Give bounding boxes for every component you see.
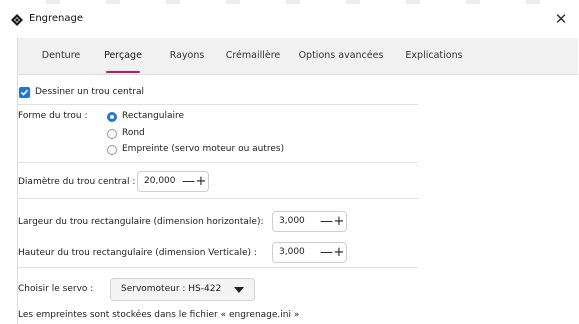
radio-rond[interactable] xyxy=(107,129,117,139)
height-input[interactable]: 3,000 xyxy=(279,243,305,262)
width-input[interactable]: 3,000 xyxy=(279,212,305,231)
diameter-input[interactable]: 20,000 xyxy=(144,172,176,191)
tab-options-avancees[interactable]: Options avancées xyxy=(294,38,388,73)
window-title: Engrenage xyxy=(29,13,84,24)
draw-hole-label: Dessiner un trou central xyxy=(35,87,144,97)
minus-icon[interactable]: — xyxy=(182,172,195,191)
radio-rond-label[interactable]: Rond xyxy=(122,128,145,138)
draw-hole-checkbox[interactable] xyxy=(19,87,30,98)
radio-empreinte[interactable] xyxy=(107,145,117,155)
width-spinbox: 3,000 — + xyxy=(272,211,347,232)
checkmark-icon xyxy=(20,89,29,96)
plus-icon[interactable]: + xyxy=(333,243,345,262)
diameter-spinbox: 20,000 — + xyxy=(137,171,209,192)
percage-tab-content: Dessiner un trou central Forme du trou :… xyxy=(18,75,578,324)
width-label: Largeur du trou rectangulaire (dimension… xyxy=(18,217,264,227)
title-bar: Engrenage ✕ xyxy=(0,6,579,32)
tab-percage[interactable]: Perçage xyxy=(96,38,150,73)
diameter-label: Diamètre du trou central : xyxy=(18,177,136,187)
tab-explications[interactable]: Explications xyxy=(396,38,472,73)
close-icon[interactable]: ✕ xyxy=(551,9,571,29)
divider xyxy=(18,267,418,268)
servo-label: Choisir le servo : xyxy=(18,284,94,294)
plus-icon[interactable]: + xyxy=(333,212,345,231)
chevron-down-icon xyxy=(234,287,244,293)
tab-denture[interactable]: Denture xyxy=(32,38,90,73)
background-strip xyxy=(0,0,579,4)
plus-icon[interactable]: + xyxy=(195,172,207,191)
gear-app-icon xyxy=(11,14,23,26)
divider xyxy=(18,162,418,163)
radio-rectangulaire[interactable] xyxy=(107,112,117,122)
height-label: Hauteur du trou rectangulaire (dimension… xyxy=(18,248,257,258)
servo-dropdown[interactable]: Servomoteur : HS-422 xyxy=(110,278,255,301)
divider xyxy=(18,104,418,105)
tab-cremaillere[interactable]: Crémaillère xyxy=(220,38,286,73)
ini-note: Les empreintes sont stockées dans le fic… xyxy=(18,310,300,320)
radio-empreinte-label[interactable]: Empreinte (servo moteur ou autres) xyxy=(122,144,284,154)
height-spinbox: 3,000 — + xyxy=(272,242,347,263)
dialog-panel: Denture Perçage Rayons Crémaillère Optio… xyxy=(17,38,578,324)
minus-icon[interactable]: — xyxy=(320,243,333,262)
servo-dropdown-value: Servomoteur : HS-422 xyxy=(121,284,222,294)
tab-rayons[interactable]: Rayons xyxy=(158,38,216,73)
tab-bar: Denture Perçage Rayons Crémaillère Optio… xyxy=(18,38,578,75)
minus-icon[interactable]: — xyxy=(320,212,333,231)
divider xyxy=(18,198,418,199)
radio-rectangulaire-label[interactable]: Rectangulaire xyxy=(122,111,184,121)
hole-shape-label: Forme du trou : xyxy=(18,111,88,121)
